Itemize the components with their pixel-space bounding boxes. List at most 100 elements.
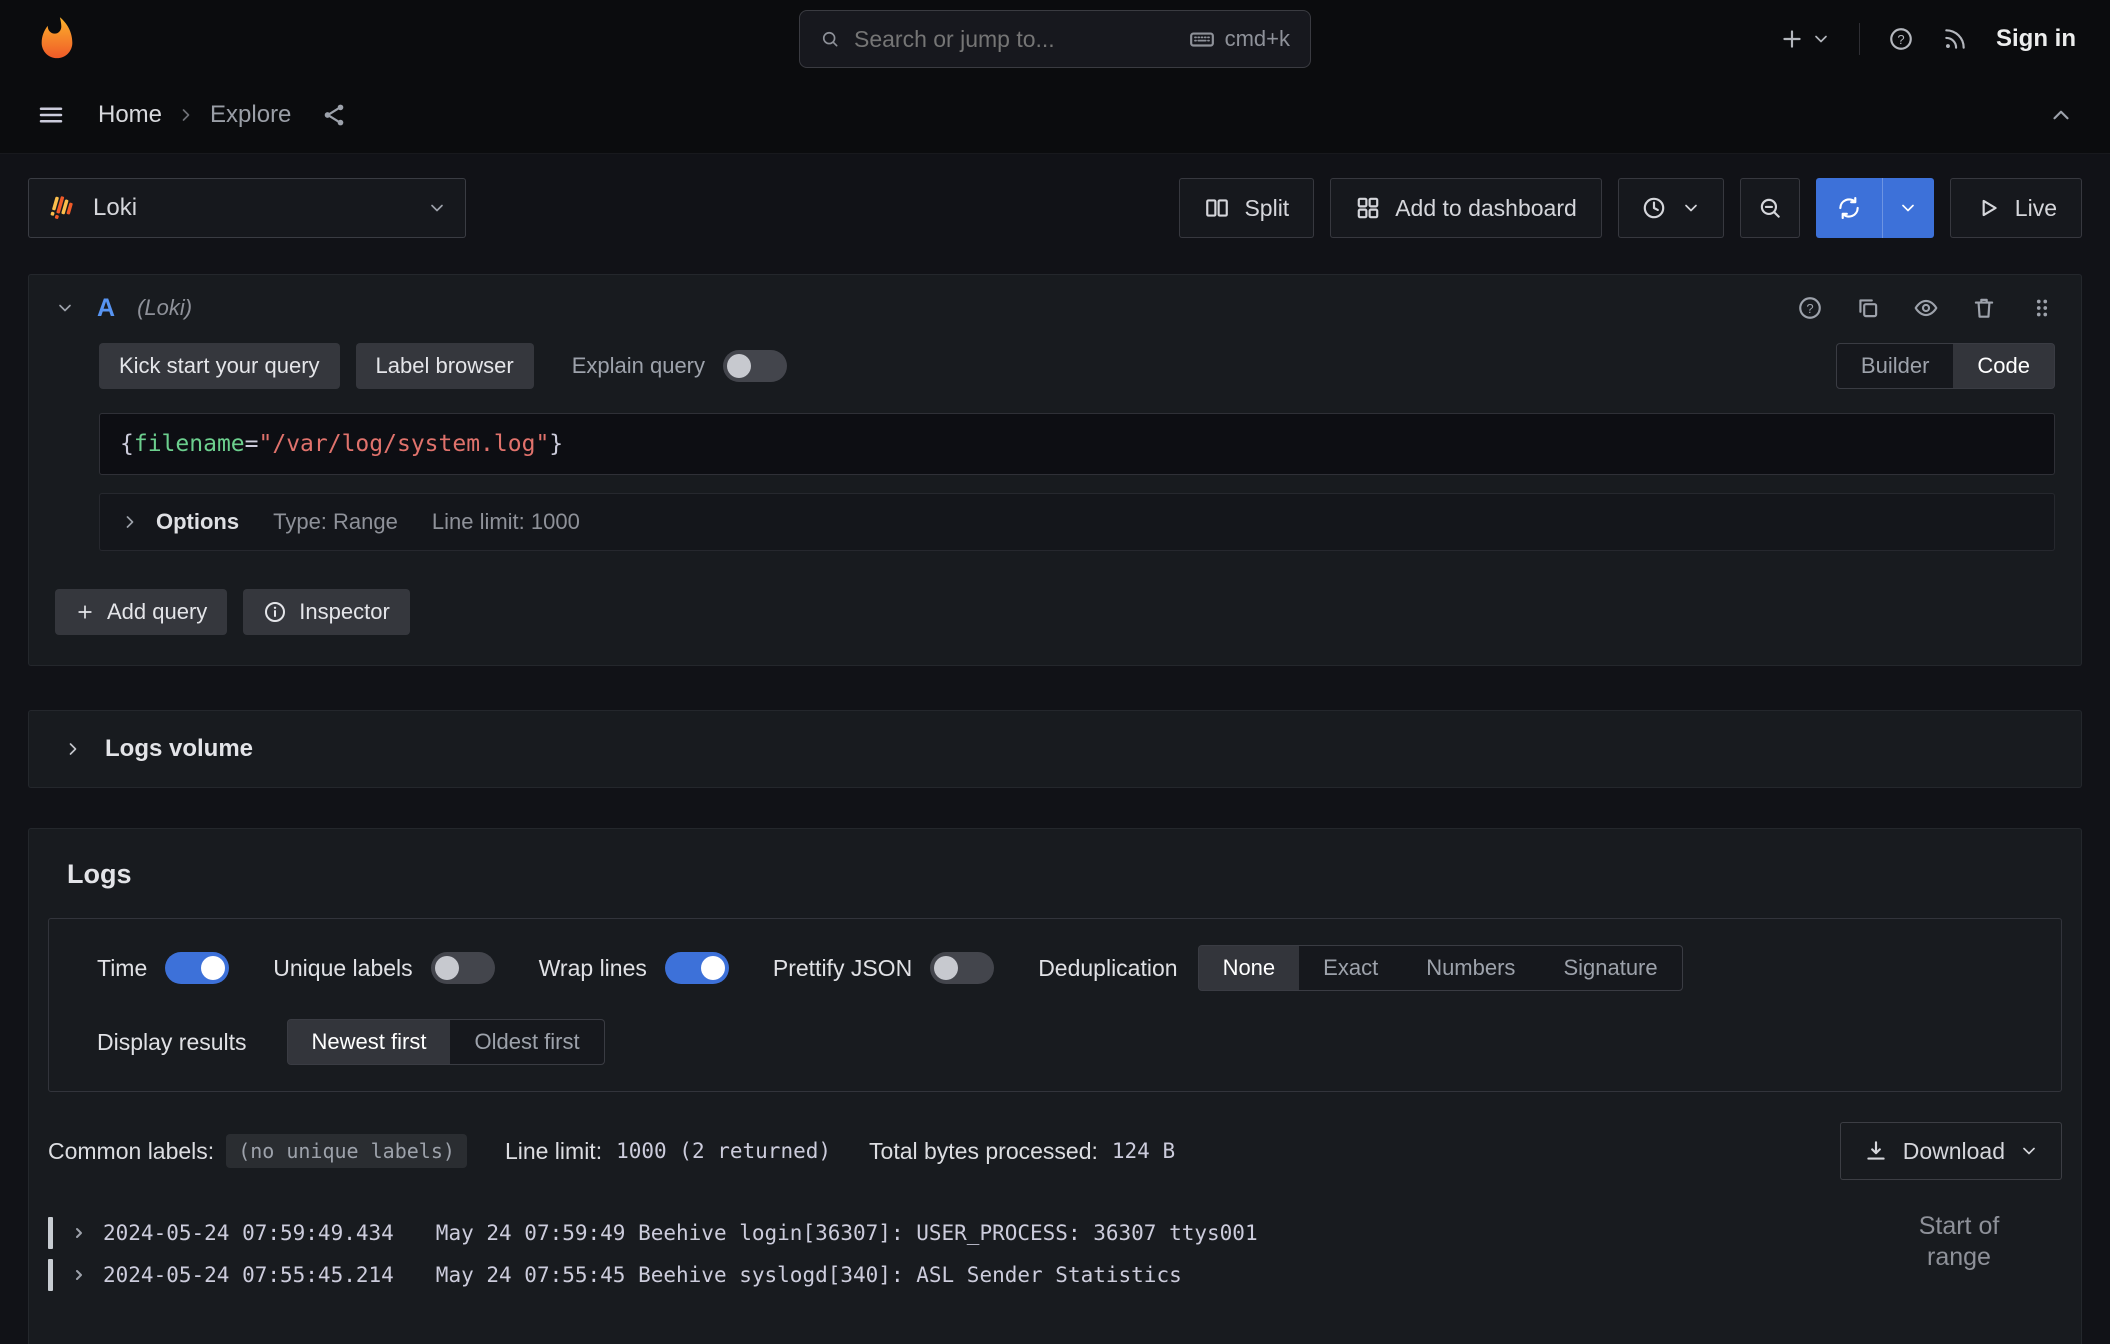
- chevron-right-icon: [71, 1267, 87, 1283]
- logs-volume-section[interactable]: Logs volume: [28, 710, 2082, 788]
- inspector-button[interactable]: Inspector: [243, 589, 410, 635]
- help-circle-icon[interactable]: ?: [1797, 295, 1823, 321]
- collapse-query-icon[interactable]: [55, 298, 75, 318]
- eye-icon[interactable]: [1913, 295, 1939, 321]
- new-menu-button[interactable]: [1779, 26, 1831, 52]
- log-rows-list: 2024-05-24 07:59:49.434 May 24 07:59:49 …: [48, 1212, 2062, 1296]
- breadcrumb-home[interactable]: Home: [98, 101, 162, 129]
- time-toggle-label: Time: [97, 955, 147, 982]
- common-labels-value: (no unique labels): [226, 1134, 467, 1168]
- label-browser-button[interactable]: Label browser: [356, 343, 534, 389]
- download-icon: [1863, 1138, 1889, 1164]
- query-editor-controls: Kick start your query Label browser Expl…: [99, 343, 2055, 389]
- menu-icon[interactable]: [36, 100, 66, 130]
- unique-labels-toggle-label: Unique labels: [273, 955, 412, 982]
- search-input[interactable]: [854, 26, 1175, 53]
- explore-toolbar: Loki Split Add to dashboard: [28, 178, 2082, 238]
- prettify-json-toggle[interactable]: [930, 952, 994, 984]
- copy-icon[interactable]: [1855, 295, 1881, 321]
- sign-in-link[interactable]: Sign in: [1996, 25, 2076, 53]
- refresh-interval-dropdown[interactable]: [1882, 178, 1934, 238]
- options-line-limit: Line limit: 1000: [432, 509, 580, 535]
- breadcrumb-current: Explore: [210, 101, 291, 129]
- chevron-down-icon: [1811, 29, 1831, 49]
- query-editor-actions: Add query Inspector: [55, 589, 2055, 635]
- dedup-option-exact[interactable]: Exact: [1299, 946, 1402, 990]
- chevron-up-icon[interactable]: [2048, 102, 2074, 128]
- logs-controls-box: Time Unique labels Wrap lines Prettify J…: [48, 918, 2062, 1092]
- download-button[interactable]: Download: [1840, 1122, 2062, 1180]
- add-to-dashboard-button[interactable]: Add to dashboard: [1330, 178, 1602, 238]
- live-button[interactable]: Live: [1950, 178, 2082, 238]
- live-label: Live: [2015, 195, 2057, 222]
- deduplication-group: None Exact Numbers Signature: [1198, 945, 1683, 991]
- dedup-option-numbers[interactable]: Numbers: [1402, 946, 1539, 990]
- start-of-range-marker[interactable]: Start of range: [1907, 1211, 2011, 1274]
- display-results-label: Display results: [97, 1029, 247, 1056]
- refresh-button[interactable]: [1816, 178, 1882, 238]
- logs-panel: Logs Time Unique labels Wrap lines Prett…: [28, 828, 2082, 1344]
- datasource-picker[interactable]: Loki: [28, 178, 466, 238]
- order-option-newest[interactable]: Newest first: [288, 1020, 451, 1064]
- breadcrumb-bar: Home Explore: [0, 77, 2110, 154]
- mode-builder-option[interactable]: Builder: [1837, 344, 1953, 388]
- time-picker-button[interactable]: [1618, 178, 1724, 238]
- common-labels-label: Common labels:: [48, 1138, 214, 1165]
- topbar-divider: [1859, 23, 1860, 55]
- chevron-right-icon: [120, 512, 140, 532]
- trash-icon[interactable]: [1971, 295, 1997, 321]
- unique-labels-toggle[interactable]: [431, 952, 495, 984]
- query-options-row[interactable]: Options Type: Range Line limit: 1000: [99, 493, 2055, 551]
- query-ref-id: A: [97, 294, 115, 323]
- grafana-logo[interactable]: [34, 16, 80, 62]
- options-title: Options: [156, 509, 239, 535]
- chevron-down-icon: [427, 198, 447, 218]
- query-editor-panel: A (Loki) ?: [28, 274, 2082, 666]
- chevron-down-icon: [1898, 198, 1918, 218]
- chevron-right-icon: [71, 1225, 87, 1241]
- log-row[interactable]: 2024-05-24 07:55:45.214 May 24 07:55:45 …: [48, 1254, 2062, 1296]
- news-button[interactable]: [1942, 26, 1968, 52]
- query-editor-body: Kick start your query Label browser Expl…: [29, 341, 2081, 665]
- time-toggle[interactable]: [165, 952, 229, 984]
- drag-dots-icon[interactable]: [2029, 295, 2055, 321]
- top-bar: cmd+k ? Sign in: [0, 0, 2110, 77]
- dedup-option-none[interactable]: None: [1199, 946, 1300, 990]
- order-option-oldest[interactable]: Oldest first: [450, 1020, 603, 1064]
- inspector-label: Inspector: [299, 599, 390, 625]
- editor-mode-group: Builder Code: [1836, 343, 2055, 389]
- refresh-button-group: [1816, 178, 1934, 238]
- split-label: Split: [1244, 195, 1289, 222]
- query-label-name: filename: [134, 431, 245, 457]
- display-results-group: Newest first Oldest first: [287, 1019, 605, 1065]
- query-code-editor[interactable]: {filename="/var/log/system.log"}: [99, 413, 2055, 475]
- search-shortcut-label: cmd+k: [1225, 26, 1290, 52]
- wrap-lines-toggle-label: Wrap lines: [539, 955, 647, 982]
- mode-code-option[interactable]: Code: [1953, 344, 2054, 388]
- kick-start-label: Kick start your query: [119, 353, 320, 379]
- play-icon: [1975, 195, 2001, 221]
- log-row[interactable]: 2024-05-24 07:59:49.434 May 24 07:59:49 …: [48, 1212, 2062, 1254]
- logs-meta-row: Common labels: (no unique labels) Line l…: [48, 1122, 2062, 1180]
- zoom-out-icon: [1757, 195, 1783, 221]
- logs-controls-row-2: Display results Newest first Oldest firs…: [97, 1019, 2013, 1065]
- help-button[interactable]: ?: [1888, 26, 1914, 52]
- query-row-actions: ?: [1797, 295, 2055, 321]
- add-query-button[interactable]: Add query: [55, 589, 227, 635]
- kick-start-button[interactable]: Kick start your query: [99, 343, 340, 389]
- loki-logo: [47, 193, 77, 223]
- share-icon[interactable]: [321, 102, 347, 128]
- prettify-json-toggle-label: Prettify JSON: [773, 955, 912, 982]
- dedup-option-signature[interactable]: Signature: [1539, 946, 1681, 990]
- split-button[interactable]: Split: [1179, 178, 1314, 238]
- breadcrumb-separator-icon: [176, 105, 196, 125]
- wrap-lines-toggle[interactable]: [665, 952, 729, 984]
- search-box[interactable]: cmd+k: [799, 10, 1311, 68]
- logs-volume-title: Logs volume: [105, 735, 253, 763]
- download-label: Download: [1903, 1138, 2005, 1165]
- zoom-out-button[interactable]: [1740, 178, 1800, 238]
- total-bytes-value: 124 B: [1112, 1139, 1175, 1163]
- log-level-bar: [48, 1217, 53, 1249]
- query-label-value: "/var/log/system.log": [259, 431, 550, 457]
- explain-query-toggle[interactable]: [723, 350, 787, 382]
